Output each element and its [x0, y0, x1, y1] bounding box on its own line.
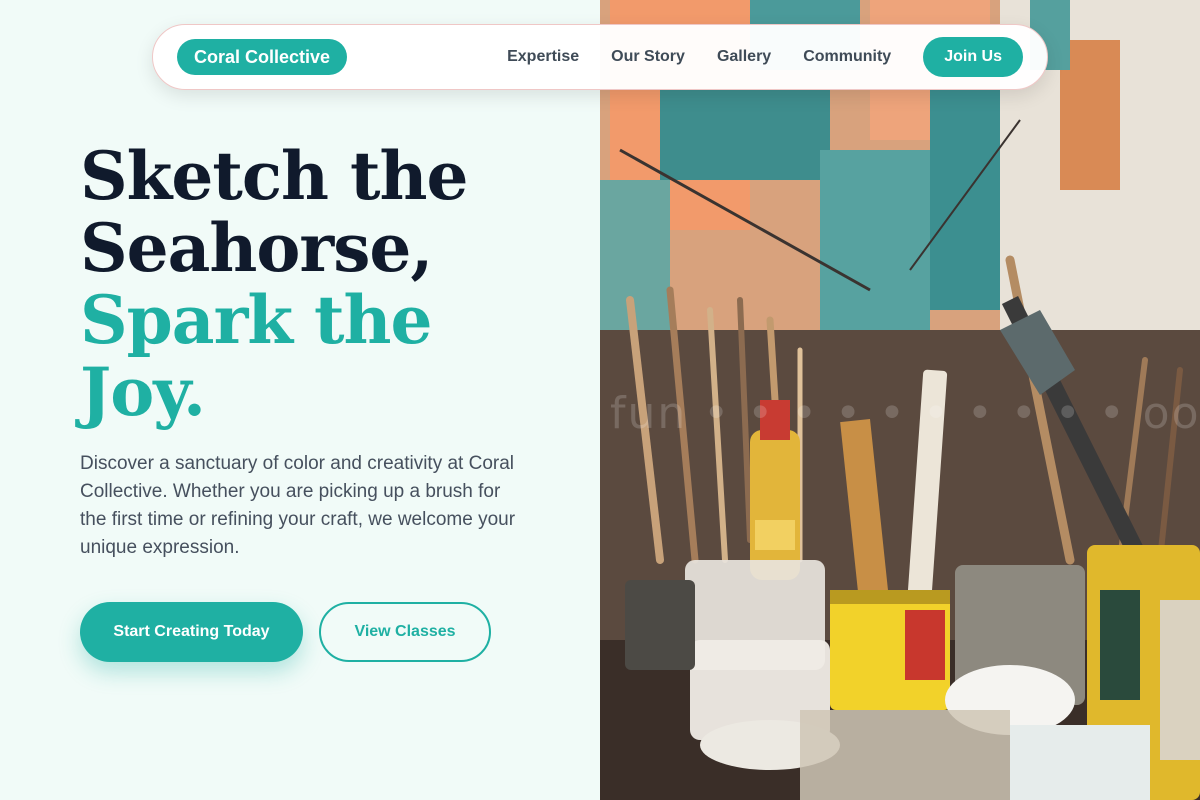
hero-description: Discover a sanctuary of color and creati…	[80, 453, 516, 558]
headline-line-3: Spark the	[80, 281, 433, 359]
view-classes-button[interactable]: View Classes	[319, 602, 491, 662]
top-navigation: Coral Collective Expertise Our Story Gal…	[152, 24, 1048, 90]
brand-logo[interactable]: Coral Collective	[177, 39, 348, 75]
join-us-button[interactable]: Join Us	[923, 37, 1023, 77]
nav-links: Expertise Our Story Gallery Community Jo…	[507, 37, 1023, 77]
hero-headline: Sketch the Seahorse, Spark the Joy.	[80, 140, 580, 428]
nav-link-community[interactable]: Community	[803, 48, 891, 66]
headline-line-1: Sketch the	[80, 137, 468, 215]
nav-link-our-story[interactable]: Our Story	[611, 48, 685, 66]
nav-link-gallery[interactable]: Gallery	[717, 48, 771, 66]
start-creating-button[interactable]: Start Creating Today	[80, 602, 303, 662]
headline-line-2: Seahorse,	[80, 209, 433, 287]
headline-line-4: Joy.	[80, 353, 206, 431]
image-watermark: fun • • • • • • • • • • oo.c	[610, 388, 1200, 439]
hero-image: fun • • • • • • • • • • oo.c	[600, 0, 1200, 800]
nav-link-expertise[interactable]: Expertise	[507, 48, 579, 66]
